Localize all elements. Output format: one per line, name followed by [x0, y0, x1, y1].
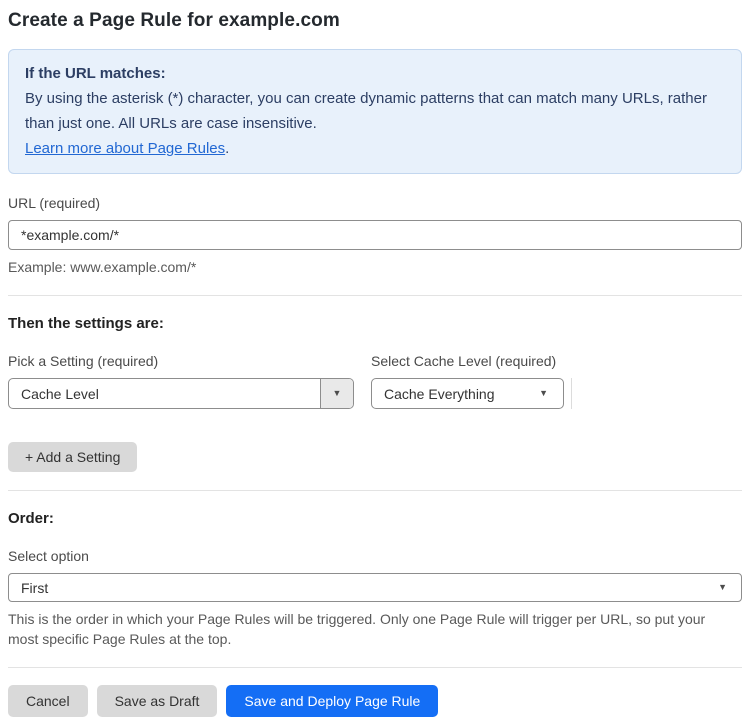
learn-more-link[interactable]: Learn more about Page Rules [25, 140, 225, 157]
setting-picker-arrow-box[interactable]: ▼ [320, 379, 353, 408]
cache-level-column: Select Cache Level (required) Cache Ever… [371, 332, 572, 409]
form-actions: Cancel Save as Draft Save and Deploy Pag… [8, 685, 742, 717]
section-divider [8, 295, 742, 296]
page-title: Create a Page Rule for example.com [8, 10, 340, 31]
info-box-heading: If the URL matches: [25, 65, 166, 82]
cache-level-label: Select Cache Level (required) [371, 353, 557, 369]
info-box-body-text: By using the asterisk (*) character, you… [25, 90, 707, 132]
setting-picker-column: Pick a Setting (required) Cache Level ▼ [8, 332, 354, 409]
settings-section-heading: Then the settings are: [8, 315, 164, 332]
chevron-down-icon: ▼ [332, 388, 342, 398]
cancel-button[interactable]: Cancel [8, 685, 88, 717]
section-divider [8, 667, 742, 668]
order-select[interactable]: First ▼ [8, 573, 742, 602]
add-setting-button[interactable]: + Add a Setting [8, 442, 138, 472]
order-section-heading: Order: [8, 510, 54, 527]
setting-picker-select[interactable]: Cache Level ▼ [8, 378, 354, 409]
save-and-deploy-button[interactable]: Save and Deploy Page Rule [226, 685, 439, 717]
order-select-value: First [21, 579, 49, 596]
order-helper-text: This is the order in which your Page Rul… [8, 611, 706, 647]
settings-row: Pick a Setting (required) Cache Level ▼ … [8, 332, 742, 409]
setting-picker-label: Pick a Setting (required) [8, 353, 159, 369]
link-suffix: . [225, 140, 230, 157]
chevron-down-icon: ▼ [539, 388, 548, 398]
url-input[interactable] [8, 220, 742, 250]
page-rule-form: Create a Page Rule for example.com If th… [0, 0, 750, 717]
chevron-down-icon: ▼ [718, 582, 727, 592]
cache-level-control: Cache Everything ▼ [371, 378, 572, 409]
cache-level-value: Cache Everything [384, 385, 495, 402]
cache-level-select[interactable]: Cache Everything ▼ [371, 378, 564, 409]
setting-vertical-divider [571, 378, 572, 409]
save-as-draft-button[interactable]: Save as Draft [96, 685, 218, 717]
order-select-label: Select option [8, 548, 89, 564]
url-example-helper: Example: www.example.com/* [8, 259, 197, 275]
info-box-body: By using the asterisk (*) character, you… [25, 86, 725, 161]
url-match-info-box: If the URL matches: By using the asteris… [8, 49, 742, 174]
url-field-label: URL (required) [8, 195, 101, 211]
setting-picker-value: Cache Level [21, 385, 99, 402]
section-divider [8, 490, 742, 491]
